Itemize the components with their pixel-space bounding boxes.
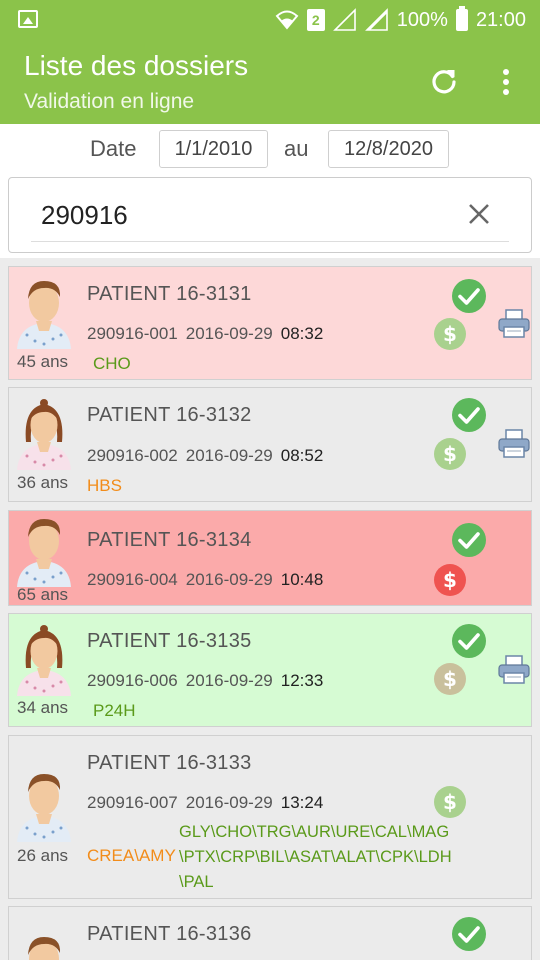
male-patient-avatar-icon [28, 937, 61, 960]
test-codes: P24H [93, 701, 136, 720]
sample-info: 290916-002 2016-09-29 08:52 [87, 446, 323, 466]
svg-text:$: $ [443, 667, 457, 691]
sample-time: 08:32 [280, 324, 324, 343]
app-bar: Liste des dossiers Validation en ligne [0, 40, 540, 124]
test-codes: HBS [87, 476, 122, 495]
signal-icon [332, 8, 356, 31]
svg-text:$: $ [443, 568, 457, 592]
date-to-field[interactable]: 12/8/2020 [328, 130, 449, 168]
test-codes-line: \PAL [179, 873, 214, 891]
sample-time: 13:24 [280, 793, 324, 812]
page-title: Liste des dossiers [24, 50, 249, 81]
validated-check-icon[interactable] [451, 397, 487, 433]
sample-time: 08:52 [280, 446, 324, 465]
sample-id: 290916-004 [87, 570, 178, 589]
patient-name: PATIENT 16-3133 [87, 752, 252, 774]
patient-name: PATIENT 16-3131 [87, 283, 252, 305]
validated-check-icon[interactable] [451, 278, 487, 314]
patient-name: PATIENT 16-3135 [87, 630, 252, 652]
refresh-icon[interactable] [428, 66, 460, 98]
sample-time: 10:48 [280, 570, 324, 589]
svg-text:$: $ [443, 322, 457, 346]
payment-dollar-icon[interactable]: $ [433, 662, 467, 696]
validated-check-icon[interactable] [451, 623, 487, 659]
page-subtitle: Validation en ligne [24, 90, 195, 113]
male-patient-avatar-icon [17, 774, 71, 842]
payment-dollar-icon[interactable]: $ [433, 317, 467, 351]
sample-id: 290916-002 [87, 446, 178, 465]
sample-id: 290916-001 [87, 324, 178, 343]
sample-id: 290916-006 [87, 671, 178, 690]
printer-icon[interactable] [497, 429, 531, 459]
patient-list: 45 ans PATIENT 16-3131 290916-001 2016-09… [0, 258, 540, 960]
payment-dollar-icon[interactable]: $ [433, 437, 467, 471]
patient-card[interactable]: PATIENT 16-3136 [8, 906, 532, 960]
patient-age: 34 ans [17, 698, 69, 717]
sample-info: 290916-006 2016-09-29 12:33 [87, 671, 323, 691]
sample-id: 290916-007 [87, 793, 178, 812]
patient-card[interactable]: 34 ans PATIENT 16-3135 290916-006 2016-09… [8, 613, 532, 727]
sample-date: 2016-09-29 [185, 793, 273, 812]
patient-age: 26 ans [17, 846, 69, 865]
date-from-label: Date [90, 136, 137, 161]
search-box: 290916 [8, 177, 532, 253]
female-patient-avatar-icon [17, 625, 71, 696]
patient-age: 36 ans [17, 473, 69, 492]
search-underline [31, 241, 509, 242]
test-codes-line: \PTX\CRP\BIL\ASAT\ALAT\CPK\LDH [179, 848, 452, 866]
printer-icon[interactable] [497, 655, 531, 685]
payment-dollar-icon[interactable]: $ [433, 785, 467, 819]
svg-text:$: $ [443, 790, 457, 814]
gallery-notification-icon [18, 10, 38, 28]
sim-slot-icon: 2 [306, 9, 325, 31]
sample-info: 290916-001 2016-09-29 08:32 [87, 324, 323, 344]
sample-info: 290916-007 2016-09-29 13:24 [87, 793, 323, 813]
battery-icon [455, 6, 468, 31]
search-input[interactable]: 290916 [41, 200, 128, 231]
patient-card[interactable]: 36 ans PATIENT 16-3132 290916-002 2016-09… [8, 387, 532, 502]
overflow-menu-icon[interactable] [494, 66, 518, 98]
sample-date: 2016-09-29 [185, 570, 273, 589]
sample-date: 2016-09-29 [185, 671, 273, 690]
male-patient-avatar-icon [17, 281, 71, 349]
patient-name: PATIENT 16-3136 [87, 923, 252, 945]
date-to-label: au [284, 136, 309, 161]
patient-age: 65 ans [17, 585, 69, 604]
patient-card[interactable]: 65 ans PATIENT 16-3134 290916-004 2016-09… [8, 510, 532, 606]
female-patient-avatar-icon [17, 399, 71, 470]
sample-time: 12:33 [280, 671, 324, 690]
sample-info: 290916-004 2016-09-29 10:48 [87, 570, 323, 590]
patient-age: 45 ans [17, 352, 69, 371]
sample-date: 2016-09-29 [185, 446, 273, 465]
signal-secondary-icon [364, 8, 388, 31]
patient-name: PATIENT 16-3134 [87, 529, 252, 551]
test-codes: CHO [93, 354, 131, 373]
svg-text:$: $ [443, 442, 457, 466]
date-filter: Date 1/1/2010 au 12/8/2020 [0, 124, 540, 174]
date-from-field[interactable]: 1/1/2010 [159, 130, 268, 168]
wifi-icon [275, 10, 299, 30]
validated-check-icon[interactable] [451, 916, 487, 952]
status-indicators: 2 100% 21:00 [275, 6, 526, 34]
male-patient-avatar-icon [17, 519, 71, 587]
unpaid-dollar-icon[interactable]: $ [433, 563, 467, 597]
patient-card[interactable]: 26 ans PATIENT 16-3133 290916-007 2016-09… [8, 735, 532, 899]
battery-percentage: 100% [396, 8, 448, 31]
patient-name: PATIENT 16-3132 [87, 404, 252, 426]
patient-card[interactable]: 45 ans PATIENT 16-3131 290916-001 2016-09… [8, 266, 532, 380]
test-codes-pending: CREA\AMY [87, 846, 176, 865]
validated-check-icon[interactable] [451, 522, 487, 558]
test-codes: GLY\CHO\TRG\AUR\URE\CAL\MAG \PTX\CRP\BIL… [179, 820, 452, 895]
printer-icon[interactable] [497, 309, 531, 339]
status-bar: 2 100% 21:00 [0, 0, 540, 40]
clear-search-icon[interactable] [467, 202, 491, 226]
test-codes-line: GLY\CHO\TRG\AUR\URE\CAL\MAG [179, 823, 450, 841]
clock: 21:00 [475, 8, 526, 31]
sample-date: 2016-09-29 [185, 324, 273, 343]
